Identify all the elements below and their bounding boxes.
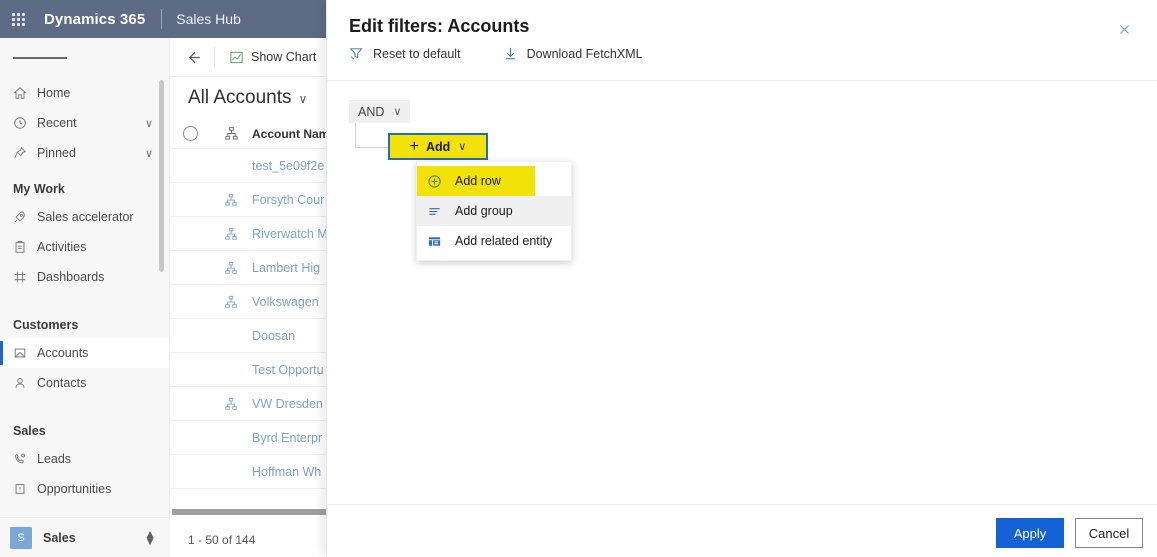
app-launcher-icon[interactable] — [0, 0, 36, 38]
dashboard-icon — [13, 270, 33, 284]
menu-item-add-related-entity[interactable]: Add related entity — [417, 226, 571, 256]
download-fetchxml-label: Download FetchXML — [526, 46, 643, 61]
sidebar-item-label: Home — [37, 86, 71, 100]
sidebar-item-accounts[interactable]: Accounts — [0, 338, 169, 368]
and-operator-label: AND — [358, 104, 385, 119]
show-chart-label: Show Chart — [251, 50, 317, 64]
reset-filter-icon — [349, 46, 364, 61]
clipboard-icon — [13, 240, 33, 254]
menu-item-label: Add related entity — [455, 234, 553, 248]
hierarchy-icon[interactable] — [210, 227, 252, 241]
command-divider — [214, 47, 215, 67]
clock-icon — [13, 116, 33, 130]
sidebar-item-label: Accounts — [37, 346, 89, 360]
view-title-label: All Accounts — [188, 87, 292, 108]
reset-to-default-button[interactable]: Reset to default — [349, 46, 461, 61]
sidebar-item-sales-accelerator[interactable]: Sales accelerator — [0, 202, 169, 232]
sidebar-group-title: My Work — [13, 182, 65, 196]
download-icon — [503, 46, 518, 61]
add-dropdown-menu: Add row Add group Add related entity — [416, 161, 572, 261]
circle-plus-icon — [427, 174, 447, 189]
menu-item-add-group[interactable]: Add group — [417, 196, 571, 226]
apply-button[interactable]: Apply — [996, 518, 1064, 548]
home-icon — [13, 86, 33, 100]
sidebar-item-activities[interactable]: Activities — [0, 232, 169, 262]
hierarchy-column-header — [210, 126, 252, 141]
add-control-wrapper: + Add ∨ Add row Add group Add related en… — [388, 133, 572, 261]
account-icon — [13, 346, 33, 360]
back-arrow-icon[interactable] — [178, 42, 208, 72]
app-root: Dynamics 365 Sales Hub Home Recent ∨ Pin… — [0, 0, 1157, 557]
sidebar-item-opportunities[interactable]: Opportunities — [0, 474, 169, 504]
sidebar-item-label: Recent — [37, 116, 77, 130]
sidebar-item-label: Leads — [37, 452, 72, 466]
lead-icon — [13, 452, 33, 466]
select-all-cell[interactable] — [170, 126, 210, 141]
sidebar-item-home[interactable]: Home — [0, 78, 169, 108]
and-operator-dropdown[interactable]: AND ∨ — [349, 100, 411, 123]
area-label: Sales — [43, 530, 76, 545]
brand-title[interactable]: Dynamics 365 — [44, 11, 145, 28]
chart-icon — [229, 50, 244, 65]
hierarchy-icon[interactable] — [210, 261, 252, 275]
filter-builder-area: AND ∨ + Add ∨ Add row Add group Add rela… — [327, 81, 1157, 508]
hierarchy-icon[interactable] — [210, 397, 252, 411]
contact-icon — [13, 376, 33, 390]
related-entity-icon — [427, 234, 447, 249]
area-avatar: S — [10, 526, 32, 549]
sidebar-item-label: Sales accelerator — [37, 210, 134, 224]
sidebar-item-label: Activities — [37, 240, 87, 254]
sidebar-item-label: Pinned — [37, 146, 76, 160]
chevron-down-icon[interactable]: ∨ — [145, 147, 153, 160]
sidebar-item-label: Opportunities — [37, 482, 112, 496]
view-chevron-down-icon[interactable]: ∨ — [299, 92, 308, 106]
header-divider — [161, 9, 163, 29]
app-name[interactable]: Sales Hub — [176, 11, 241, 27]
group-lines-icon — [427, 204, 447, 219]
panel-footer-divider — [327, 504, 1157, 505]
sidebar-item-contacts[interactable]: Contacts — [0, 368, 169, 398]
edit-filters-panel: Edit filters: Accounts Reset to default … — [326, 0, 1157, 557]
opportunity-icon — [13, 482, 33, 496]
cancel-button[interactable]: Cancel — [1075, 518, 1143, 548]
menu-item-add-row[interactable]: Add row — [417, 166, 535, 196]
sidebar-group-title: Customers — [13, 318, 79, 332]
area-switcher[interactable]: S Sales ▲ ▼ — [0, 517, 170, 557]
filter-connector-line — [355, 123, 388, 148]
panel-title: Edit filters: Accounts — [349, 16, 530, 36]
sidebar-item-dashboards[interactable]: Dashboards — [0, 262, 169, 292]
site-map-hamburger-icon[interactable] — [0, 38, 169, 78]
hierarchy-icon[interactable] — [210, 193, 252, 207]
download-fetchxml-button[interactable]: Download FetchXML — [503, 46, 643, 61]
sidebar-item-leads[interactable]: Leads — [0, 444, 169, 474]
chevron-down-icon[interactable]: ∨ — [393, 105, 401, 118]
area-switcher-chevron-icon[interactable]: ▲ ▼ — [144, 528, 156, 547]
select-all-checkbox[interactable] — [182, 126, 198, 141]
chevron-down-icon[interactable]: ∨ — [145, 117, 153, 130]
show-chart-button[interactable]: Show Chart — [221, 42, 324, 72]
sidebar-item-label: Dashboards — [37, 270, 105, 284]
sidebar-scrollbar[interactable] — [159, 80, 164, 272]
close-icon[interactable] — [1111, 16, 1137, 42]
sidebar-item-recent[interactable]: Recent ∨ — [0, 108, 169, 138]
panel-action-bar: Reset to default Download FetchXML — [349, 46, 643, 61]
sidebar-item-pinned[interactable]: Pinned ∨ — [0, 138, 169, 168]
rocket-icon — [13, 210, 33, 224]
panel-footer: Apply Cancel — [996, 518, 1143, 548]
pin-icon — [13, 146, 33, 160]
reset-to-default-label: Reset to default — [373, 46, 461, 61]
record-count-label: 1 - 50 of 144 — [188, 533, 256, 547]
sidebar-scroll-region: Home Recent ∨ Pinned ∨ My Work Sales acc… — [0, 78, 169, 516]
add-button[interactable]: + Add ∨ — [388, 133, 488, 160]
sidebar-item-label: Contacts — [37, 376, 87, 390]
sidebar: Home Recent ∨ Pinned ∨ My Work Sales acc… — [0, 38, 170, 557]
chevron-down-icon[interactable]: ∨ — [458, 140, 466, 153]
menu-item-label: Add row — [455, 174, 501, 188]
page-title: All Accounts ∨ — [188, 87, 307, 109]
sidebar-group-title: Sales — [13, 424, 46, 438]
plus-icon: + — [409, 137, 419, 155]
menu-item-label: Add group — [455, 204, 513, 218]
hierarchy-icon[interactable] — [210, 295, 252, 309]
add-button-label: Add — [425, 139, 451, 154]
